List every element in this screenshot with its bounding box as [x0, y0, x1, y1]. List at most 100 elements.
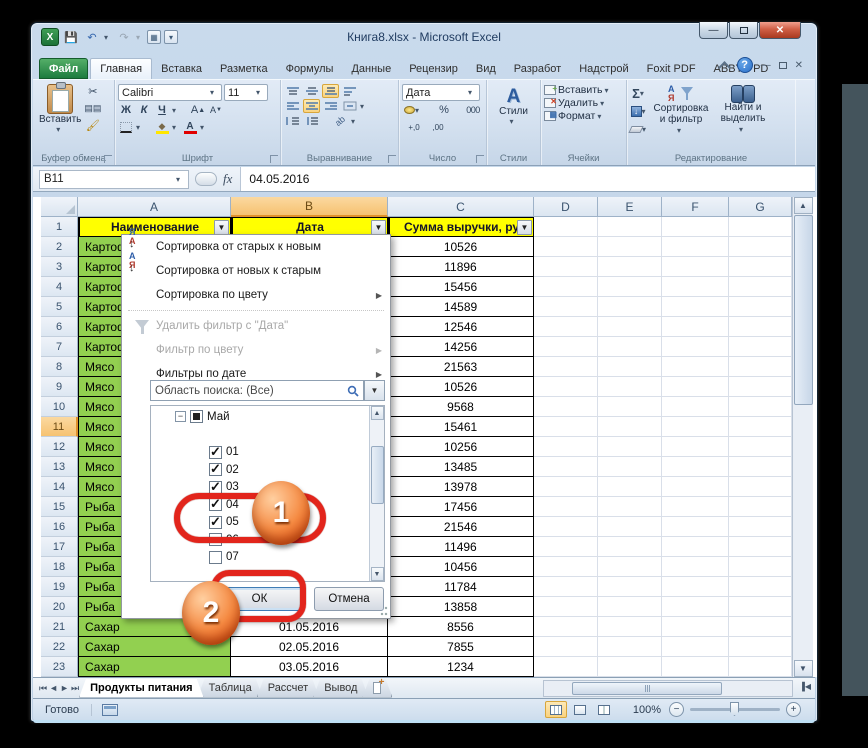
empty-cell[interactable]: [662, 517, 729, 537]
row-header-12[interactable]: 12: [41, 437, 78, 457]
empty-cell[interactable]: [534, 297, 598, 317]
day-checkbox-07[interactable]: [209, 551, 222, 564]
borders-icon[interactable]: [118, 119, 134, 135]
scroll-up-icon[interactable]: ▲: [794, 197, 813, 214]
row-header-23[interactable]: 23: [41, 657, 78, 677]
find-select-button[interactable]: Найти и выделить ▾: [712, 83, 774, 137]
column-header-B[interactable]: B: [231, 197, 388, 217]
value-cell[interactable]: 10526: [388, 377, 534, 397]
empty-cell[interactable]: [662, 357, 729, 377]
empty-cell[interactable]: [598, 397, 662, 417]
empty-cell[interactable]: [534, 657, 598, 677]
wrap-text-icon[interactable]: [341, 84, 358, 98]
percent-style-button[interactable]: %: [436, 102, 452, 118]
font-family-combo[interactable]: Calibri▾: [118, 84, 222, 101]
row-header-8[interactable]: 8: [41, 357, 78, 377]
value-cell[interactable]: 12546: [388, 317, 534, 337]
empty-cell[interactable]: [598, 297, 662, 317]
cancel-button[interactable]: Отмена: [314, 587, 384, 611]
empty-cell[interactable]: [662, 297, 729, 317]
value-cell[interactable]: 1234: [388, 657, 534, 677]
filter-button-date[interactable]: ▼: [371, 220, 386, 235]
empty-cell[interactable]: [662, 457, 729, 477]
restore-button[interactable]: [729, 22, 758, 39]
row-header-9[interactable]: 9: [41, 377, 78, 397]
empty-cell[interactable]: [729, 517, 792, 537]
cells-item-dropdown-icon[interactable]: ▾: [597, 112, 605, 121]
last-sheet-icon[interactable]: ⏭: [71, 683, 79, 694]
sheet-tab-1[interactable]: Таблица: [198, 679, 263, 698]
date-cell[interactable]: 02.05.2016: [231, 637, 388, 657]
tree-day-01[interactable]: 01: [209, 444, 239, 461]
tab-split-handle[interactable]: ▐◀: [799, 682, 811, 691]
ribbon-tab-3[interactable]: Разметка: [211, 58, 277, 79]
fill-color-icon[interactable]: ◆: [154, 119, 170, 135]
sort-filter-button[interactable]: АЯ Сортировка и фильтр ▾: [650, 83, 712, 137]
empty-cell[interactable]: [662, 257, 729, 277]
empty-cell[interactable]: [729, 357, 792, 377]
date-cell[interactable]: 03.05.2016: [231, 657, 388, 677]
empty-cell[interactable]: [598, 317, 662, 337]
empty-cell[interactable]: [729, 217, 792, 237]
ribbon-tab-2[interactable]: Вставка: [152, 58, 211, 79]
increase-decimal-icon[interactable]: +,0: [406, 119, 422, 135]
empty-cell[interactable]: [729, 397, 792, 417]
collapse-ribbon-icon[interactable]: [718, 61, 731, 74]
filter-button-name[interactable]: ▼: [214, 220, 229, 235]
value-cell[interactable]: 13858: [388, 597, 534, 617]
cells-item-dropdown-icon[interactable]: ▾: [605, 86, 613, 95]
next-sheet-icon[interactable]: ►: [60, 683, 69, 694]
comma-style-button[interactable]: 000: [465, 102, 481, 118]
tree-month-node[interactable]: − Май: [175, 408, 230, 425]
fill-icon[interactable]: ↓▾: [630, 103, 650, 119]
zoom-level[interactable]: 100%: [633, 704, 661, 716]
align-bottom-icon[interactable]: [322, 84, 339, 98]
value-cell[interactable]: 14589: [388, 297, 534, 317]
empty-cell[interactable]: [598, 657, 662, 677]
empty-cell[interactable]: [729, 277, 792, 297]
value-cell[interactable]: 9568: [388, 397, 534, 417]
tree-scroll-up-icon[interactable]: ▲: [371, 406, 384, 420]
macro-record-icon[interactable]: [102, 704, 118, 716]
row-header-20[interactable]: 20: [41, 597, 78, 617]
decrease-indent-icon[interactable]: [284, 114, 301, 128]
empty-cell[interactable]: [598, 517, 662, 537]
merge-center-icon[interactable]: [341, 99, 358, 113]
row-header-15[interactable]: 15: [41, 497, 78, 517]
cut-icon[interactable]: ✂: [84, 83, 101, 99]
increase-font-icon[interactable]: A▲: [190, 102, 206, 118]
workbook-close-icon[interactable]: ✕: [795, 60, 803, 71]
empty-cell[interactable]: [662, 537, 729, 557]
ribbon-tab-9[interactable]: Надстрой: [570, 58, 637, 79]
column-header-G[interactable]: G: [729, 197, 792, 217]
value-cell[interactable]: 7855: [388, 637, 534, 657]
empty-cell[interactable]: [598, 577, 662, 597]
empty-cell[interactable]: [729, 257, 792, 277]
cells-item-2[interactable]: ▦Формат▾: [544, 110, 623, 122]
day-checkbox-01[interactable]: [209, 446, 222, 459]
empty-cell[interactable]: [729, 637, 792, 657]
empty-cell[interactable]: [598, 217, 662, 237]
row-header-11[interactable]: 11: [41, 417, 78, 437]
empty-cell[interactable]: [729, 557, 792, 577]
empty-cell[interactable]: [534, 217, 598, 237]
normal-view-button[interactable]: [545, 701, 567, 718]
empty-cell[interactable]: [598, 377, 662, 397]
filter-button-sum[interactable]: ▼: [517, 220, 532, 235]
empty-cell[interactable]: [729, 337, 792, 357]
row-header-1[interactable]: 1: [41, 217, 78, 237]
row-header-14[interactable]: 14: [41, 477, 78, 497]
empty-cell[interactable]: [534, 277, 598, 297]
clipboard-dialog-launcher-icon[interactable]: [104, 155, 112, 163]
merge-dropdown-icon[interactable]: ▾: [360, 102, 368, 111]
underline-dropdown-icon[interactable]: ▾: [172, 106, 180, 115]
row-header-6[interactable]: 6: [41, 317, 78, 337]
empty-cell[interactable]: [662, 317, 729, 337]
empty-cell[interactable]: [598, 477, 662, 497]
workbook-minimize-icon[interactable]: —: [761, 60, 771, 71]
tree-scroll-down-icon[interactable]: ▼: [371, 567, 384, 581]
autosum-icon[interactable]: Σ▾: [630, 85, 650, 101]
cells-item-1[interactable]: ✕Удалить▾: [544, 97, 623, 109]
bold-button[interactable]: Ж: [118, 102, 134, 118]
align-right-icon[interactable]: [322, 99, 339, 113]
